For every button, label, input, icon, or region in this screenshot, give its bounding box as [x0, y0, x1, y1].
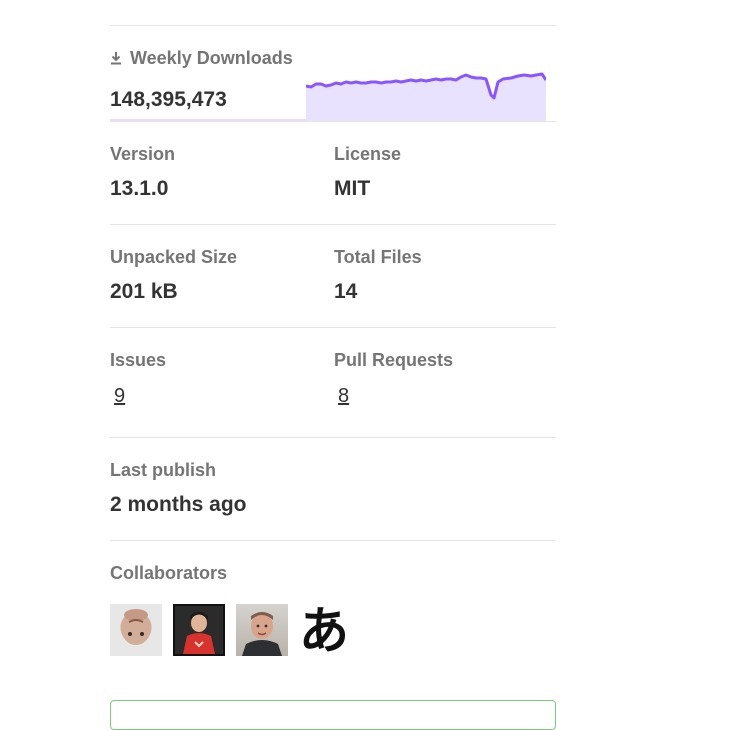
unpacked-size-label: Unpacked Size — [110, 247, 238, 267]
issues-label: Issues — [110, 350, 167, 370]
pull-requests-label: Pull Requests — [334, 350, 454, 370]
green-panel-edge — [110, 700, 556, 730]
unpacked-size-value: 201 kB — [110, 280, 178, 303]
avatar-photo-icon — [121, 609, 151, 645]
divider — [110, 25, 556, 26]
collaborator-avatar[interactable] — [236, 604, 288, 656]
svg-text:あ: あ — [299, 604, 349, 656]
avatar-photo-icon — [242, 612, 282, 656]
total-files-block: Total Files 14 — [334, 246, 422, 305]
unpacked-size-block: Unpacked Size 201 kB — [110, 246, 237, 305]
hiragana-a-avatar: あ — [299, 604, 349, 656]
divider — [110, 540, 556, 541]
pull-requests-count-link[interactable]: 8 — [334, 385, 349, 408]
collaborator-avatar[interactable] — [110, 604, 162, 656]
version-value: 13.1.0 — [110, 177, 169, 200]
package-sidebar: Weekly Downloads 148,395,473 Version 13.… — [110, 0, 556, 730]
last-publish-label: Last publish — [110, 460, 217, 480]
license-label: License — [334, 144, 402, 164]
collaborators-list: あ — [110, 604, 362, 656]
divider — [110, 437, 556, 438]
collaborators-block: Collaborators — [110, 562, 227, 584]
license-block: License MIT — [334, 143, 401, 202]
issues-block: Issues 9 — [110, 349, 166, 408]
divider — [110, 121, 556, 122]
collaborator-avatar[interactable] — [173, 604, 225, 656]
issues-count-link[interactable]: 9 — [110, 385, 125, 408]
weekly-downloads-label: Weekly Downloads — [130, 47, 293, 68]
divider — [110, 224, 556, 225]
collaborators-label: Collaborators — [110, 563, 228, 583]
avatar-photo-icon — [175, 606, 223, 654]
total-files-value: 14 — [334, 280, 358, 303]
version-label: Version — [110, 144, 176, 164]
downloads-trend-chart[interactable] — [306, 70, 546, 122]
last-publish-block: Last publish 2 months ago — [110, 459, 247, 518]
pull-requests-block: Pull Requests 8 — [334, 349, 453, 408]
license-value: MIT — [334, 177, 371, 200]
version-block: Version 13.1.0 — [110, 143, 175, 202]
download-icon — [110, 51, 122, 65]
collaborator-avatar[interactable]: あ — [299, 604, 351, 656]
total-files-label: Total Files — [334, 247, 422, 267]
divider — [110, 327, 556, 328]
last-publish-value: 2 months ago — [110, 493, 247, 516]
weekly-downloads-value: 148,395,473 — [110, 88, 227, 111]
weekly-downloads-heading: Weekly Downloads — [110, 47, 293, 69]
